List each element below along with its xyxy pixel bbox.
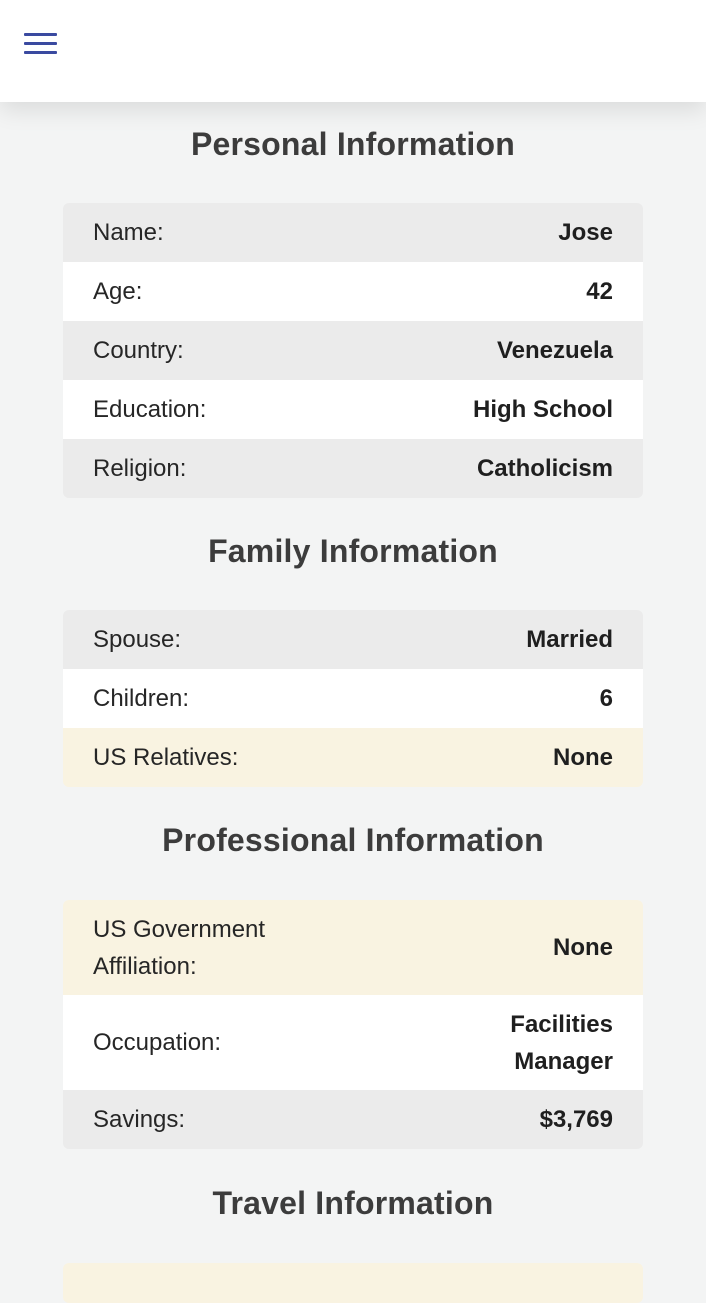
row-label: Religion:: [93, 455, 187, 482]
row-label: Occupation:: [93, 1029, 222, 1056]
row-label: Age:: [93, 278, 143, 305]
row-value: 42: [586, 278, 613, 305]
hamburger-menu-icon[interactable]: [18, 28, 64, 62]
section-title-family: Family Information: [208, 533, 498, 569]
row-value: Catholicism: [476, 455, 613, 482]
row-savings: Savings: $3,769: [63, 1090, 643, 1149]
row-value: 6: [599, 685, 613, 712]
row-religion: Religion: Catholicism: [63, 439, 643, 498]
section-title-travel: Travel Information: [212, 1185, 494, 1221]
row-country: Country: Venezuela: [63, 321, 643, 380]
section-title-personal: Personal Information: [190, 126, 516, 162]
row-label: Country:: [93, 337, 184, 364]
row-label: Children:: [93, 685, 190, 712]
row-label: Education:: [93, 396, 207, 423]
row-us-relatives: US Relatives: None: [63, 728, 643, 787]
row-label: US Relatives:: [93, 744, 239, 771]
row-value: Venezuela: [496, 337, 613, 364]
row-education: Education: High School: [63, 380, 643, 439]
row-occupation: Occupation: Facilities Manager: [63, 995, 643, 1090]
row-value: None: [553, 744, 613, 771]
row-us-government-affiliation: US Government Affiliation: None: [63, 900, 643, 995]
row-value: High School: [473, 396, 613, 423]
row-label: Savings:: [93, 1106, 186, 1133]
travel-info-card: [63, 1263, 643, 1303]
row-label: Spouse:: [93, 626, 182, 653]
family-info-card: Spouse: Married Children: 6 US Relatives…: [63, 610, 643, 787]
professional-info-card: US Government Affiliation: None Occupati…: [63, 900, 643, 1149]
row-value: None: [553, 934, 613, 961]
row-value: $3,769: [539, 1106, 613, 1133]
section-title-professional: Professional Information: [162, 822, 544, 858]
row-value: Married: [526, 626, 613, 653]
row-age: Age: 42: [63, 262, 643, 321]
top-bar: [0, 0, 706, 102]
personal-info-card: Name: Jose Age: 42 Country: Venezuela Ed…: [63, 203, 643, 498]
row-name: Name: Jose: [63, 203, 643, 262]
row-value: Jose: [558, 219, 613, 246]
row-label: US Government Affiliation:: [93, 915, 266, 980]
row-spouse: Spouse: Married: [63, 610, 643, 669]
row-children: Children: 6: [63, 669, 643, 728]
row-label: Name:: [93, 219, 164, 246]
row-value: Facilities Manager: [510, 1010, 613, 1075]
